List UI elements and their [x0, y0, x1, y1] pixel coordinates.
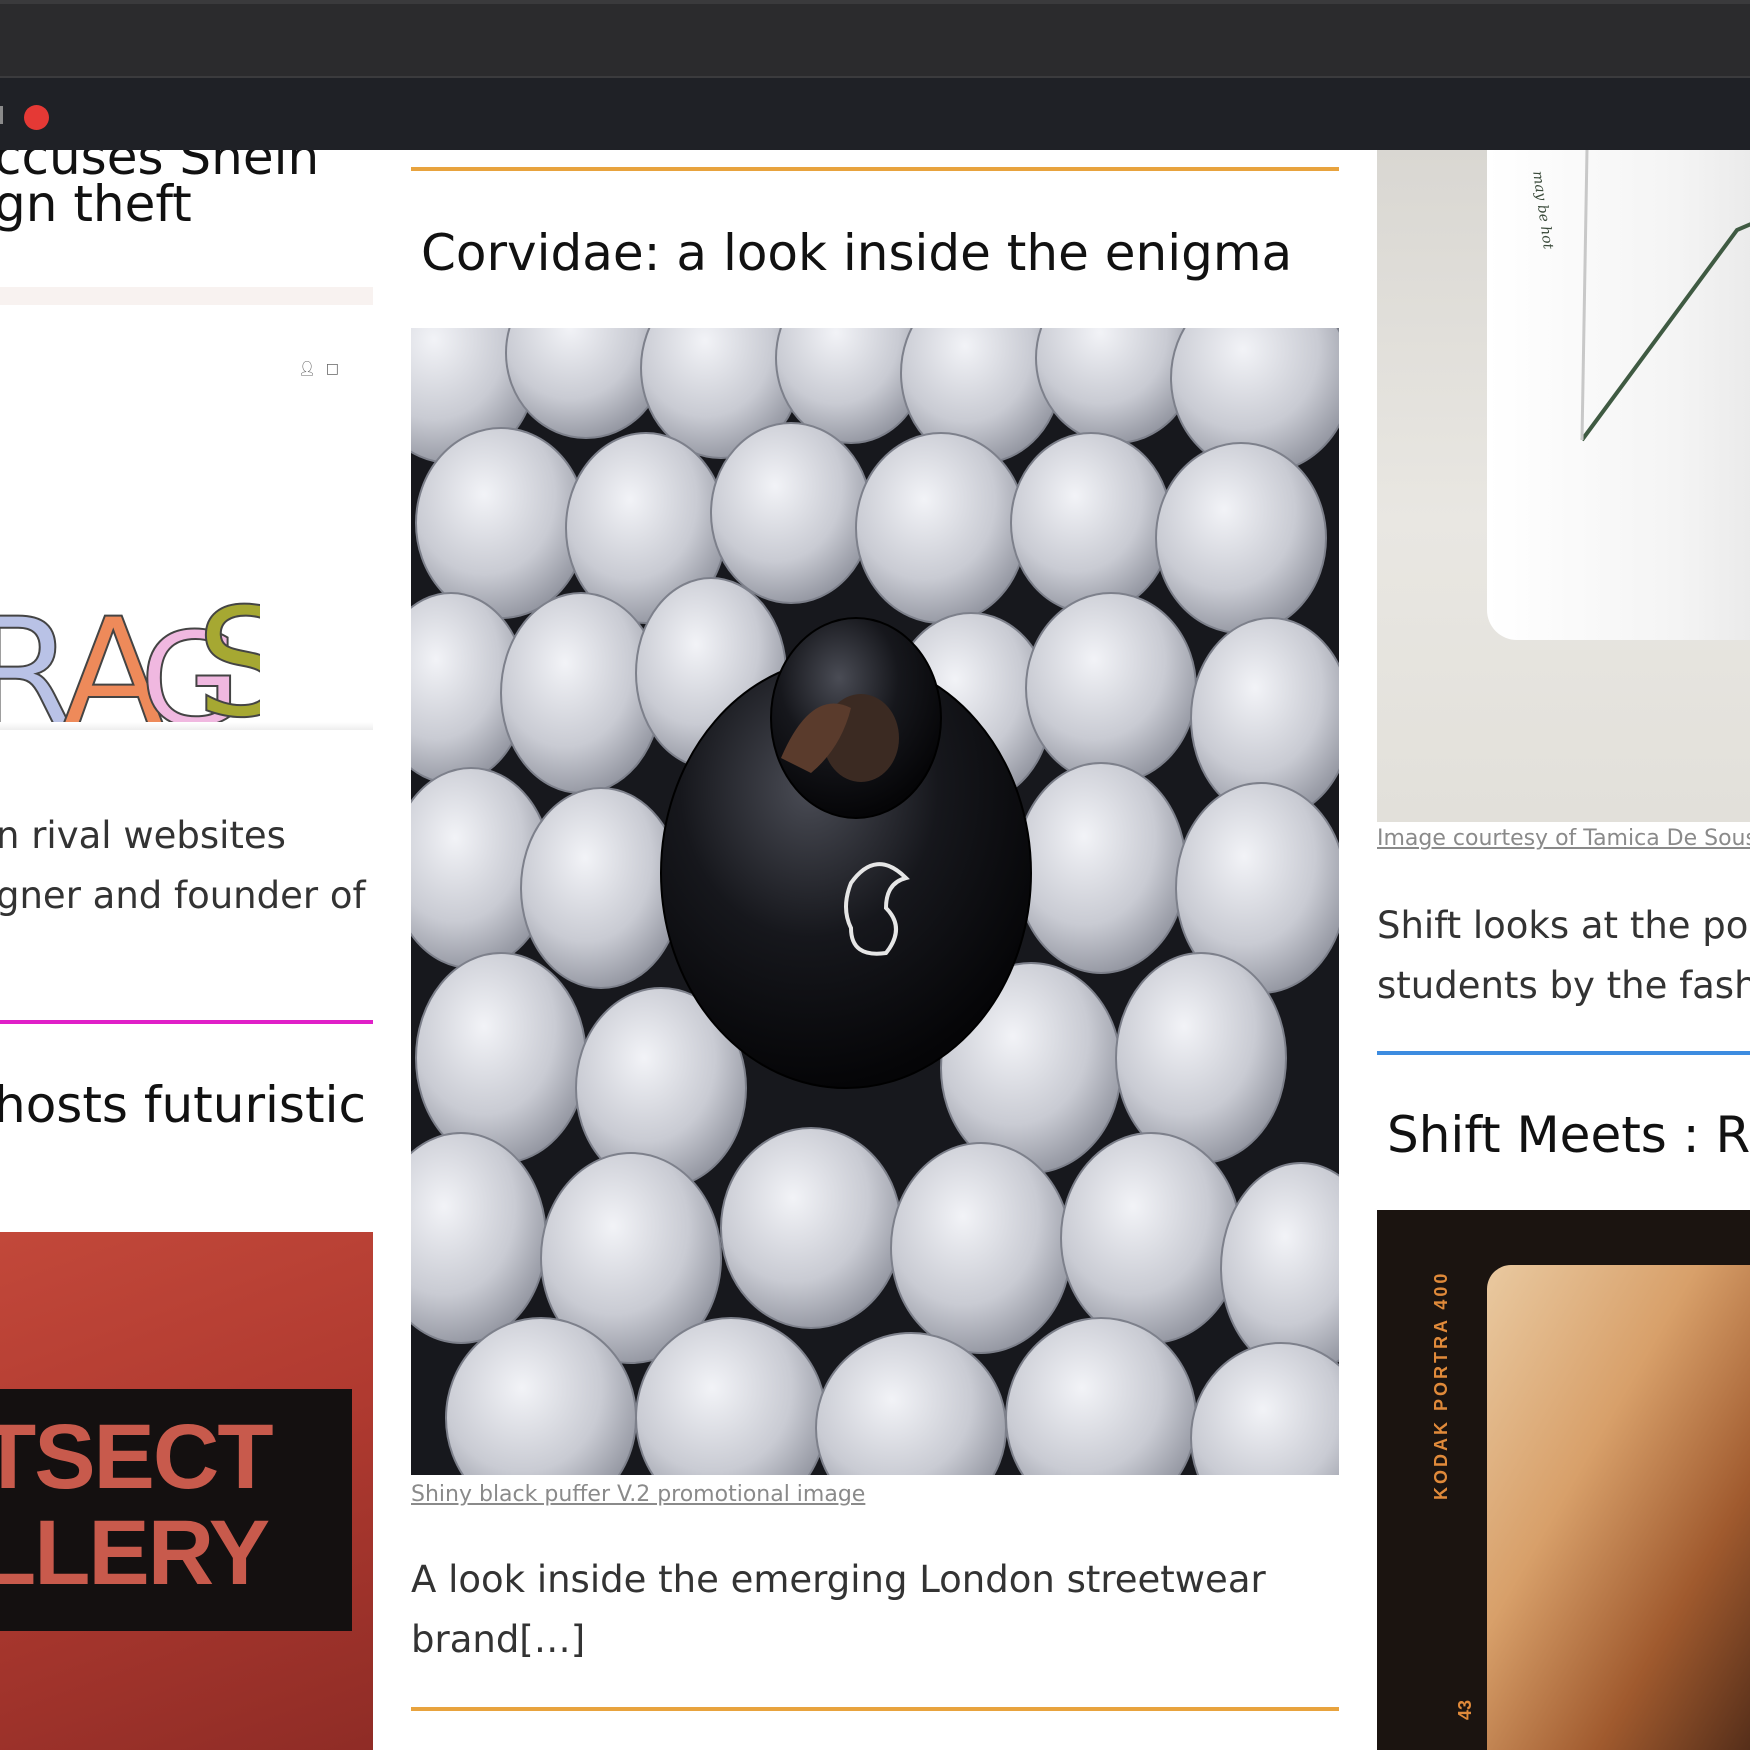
recording-indicator-icon[interactable]	[24, 105, 49, 130]
film-frame	[1487, 1265, 1750, 1750]
gallery-sign-line: LLERY	[0, 1502, 270, 1604]
article-excerpt: Shift looks at the po students by the fa…	[1377, 896, 1750, 1016]
tab-bar	[0, 78, 1750, 150]
article-card-right: may be hot Image courtesy of Tamica De S…	[1377, 150, 1750, 1750]
gallery-sign: TSECT LLERY	[0, 1389, 352, 1631]
article-image[interactable]	[411, 328, 1339, 1475]
rags-logo: R A G S	[0, 576, 260, 730]
article-image[interactable]: TSECT LLERY	[0, 1232, 373, 1750]
image-caption[interactable]: Image courtesy of Tamica De Sousa	[1377, 826, 1750, 851]
article-card-featured: Corvidae: a look inside the enigma Shiny…	[411, 150, 1339, 1750]
page-content: ccuses Shein gn theft 👤︎□ R A G S n riva…	[0, 150, 1750, 1750]
user-icon: 👤︎	[297, 361, 326, 377]
article-title[interactable]: ccuses Shein gn theft	[0, 150, 319, 229]
browser-toolbar	[0, 0, 1750, 82]
excerpt-line: Shift looks at the po	[1377, 904, 1749, 947]
puffer-crowd-photo	[411, 328, 1339, 1475]
article-title[interactable]: Shift Meets : Ru	[1387, 1106, 1750, 1164]
article-image[interactable]: may be hot	[1377, 150, 1750, 822]
tab-edge[interactable]	[0, 106, 3, 124]
cup-pattern	[1580, 150, 1750, 442]
image-bottom-edge	[0, 722, 373, 730]
category-divider	[411, 1707, 1339, 1711]
article-card-left: ccuses Shein gn theft 👤︎□ R A G S n riva…	[0, 150, 373, 1750]
film-number: 43	[1455, 1699, 1475, 1720]
article-title-line[interactable]: gn theft	[0, 179, 319, 229]
film-label: KODAK PORTRA 400	[1431, 1270, 1451, 1500]
article-image[interactable]: 👤︎□ R A G S	[0, 287, 373, 730]
shop-header-icons: 👤︎□	[298, 361, 349, 377]
category-divider	[411, 167, 1339, 171]
image-caption[interactable]: Shiny black puffer V.2 promotional image	[411, 1482, 865, 1507]
logo-letter-s: S	[196, 577, 260, 730]
bag-icon: □	[325, 361, 349, 377]
article-title[interactable]: hosts futuristic	[0, 1076, 366, 1134]
article-excerpt: n rival websites gner and founder of	[0, 806, 366, 926]
gallery-sign-text: TSECT LLERY	[0, 1406, 274, 1604]
excerpt-line: n rival websites	[0, 814, 286, 857]
category-divider	[1377, 1051, 1750, 1055]
excerpt-line: gner and founder of	[0, 874, 366, 917]
article-title[interactable]: Corvidae: a look inside the enigma	[421, 224, 1292, 282]
excerpt-line: students by the fash	[1377, 964, 1750, 1007]
category-divider	[0, 1020, 373, 1024]
gallery-sign-line: TSECT	[0, 1406, 274, 1508]
paper-cup	[1487, 150, 1750, 640]
article-image[interactable]: KODAK PORTRA 400 43	[1377, 1210, 1750, 1750]
article-excerpt: A look inside the emerging London street…	[411, 1558, 1266, 1661]
